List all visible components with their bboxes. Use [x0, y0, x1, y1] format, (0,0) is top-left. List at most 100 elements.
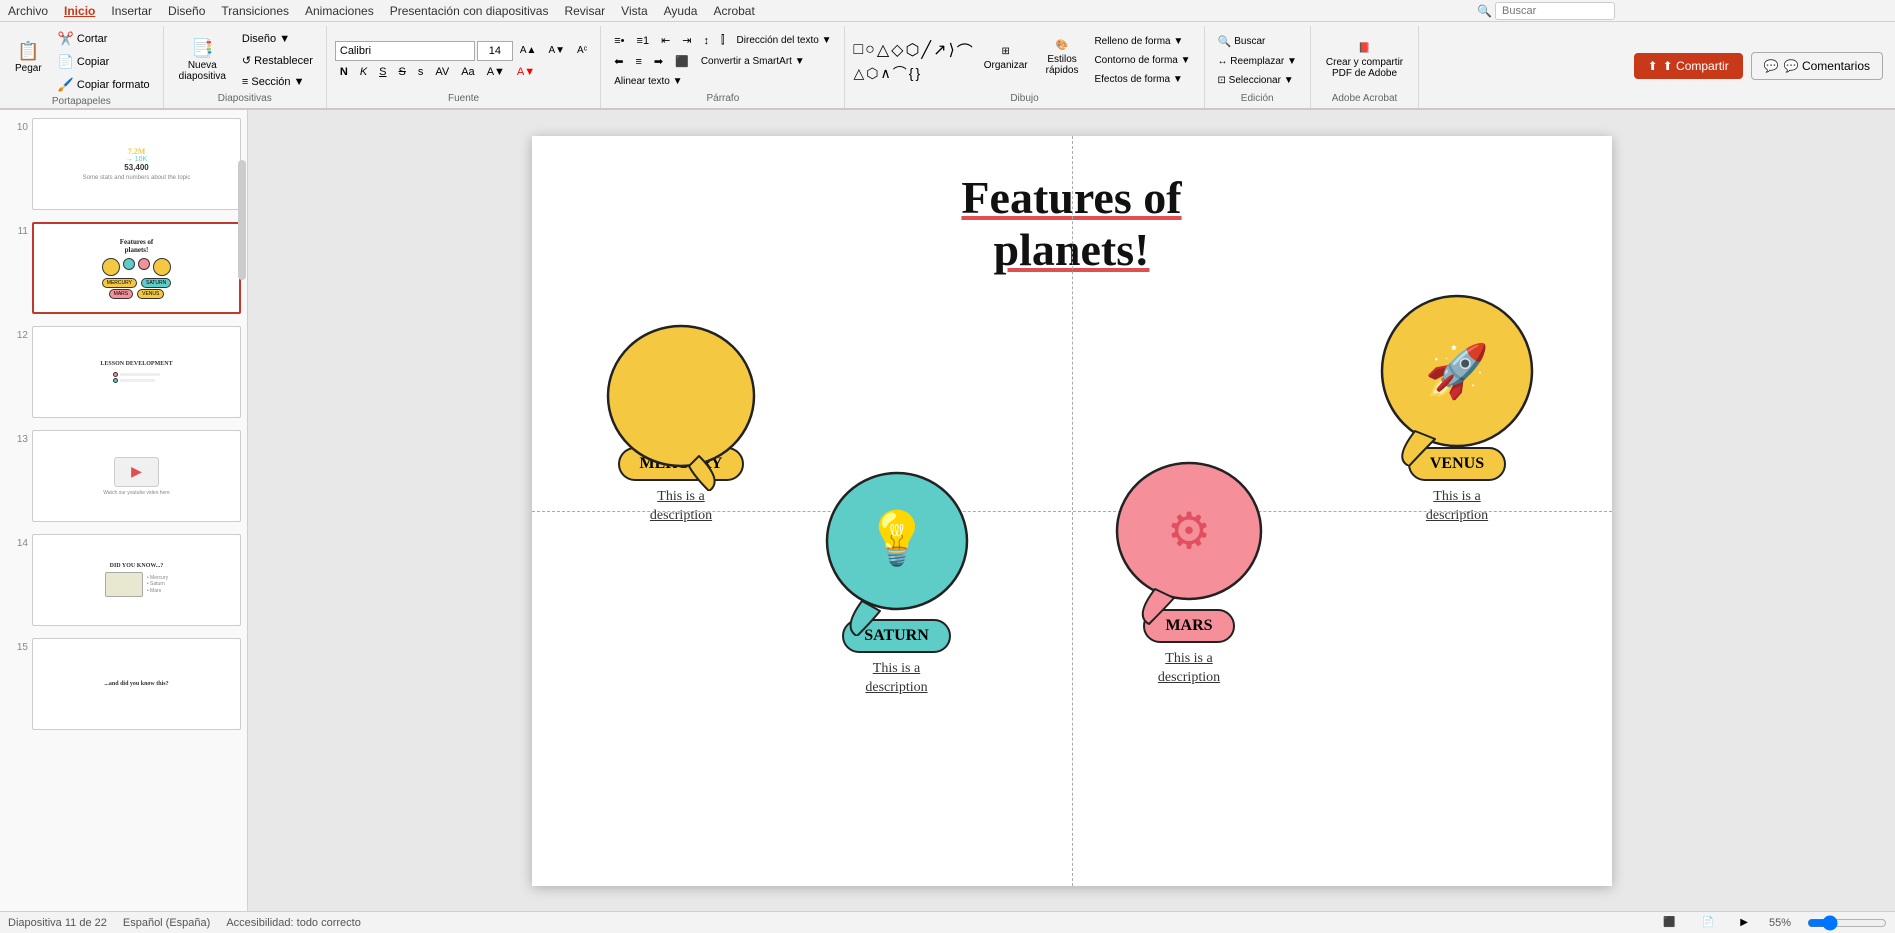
menu-archivo[interactable]: Archivo	[8, 4, 48, 18]
slide-num-12: 12	[6, 330, 28, 341]
indent-increase-button[interactable]: ⇥	[677, 31, 696, 50]
paste-button[interactable]: 📋 Pegar	[8, 28, 49, 88]
indent-decrease-button[interactable]: ⇤	[656, 31, 675, 50]
font-shrink-button[interactable]: A▼	[543, 42, 570, 59]
slide-thumb-img-13[interactable]: ▶ Watch our youtube video here	[32, 430, 241, 522]
case-button[interactable]: Aa	[456, 63, 479, 81]
list-number-button[interactable]: ≡1	[632, 32, 655, 50]
slide-thumb-12[interactable]: 12 LESSON DEVELOPMENT	[4, 324, 243, 420]
copy-format-button[interactable]: 🖌️ Copiar formato	[53, 74, 155, 96]
slide-thumb-img-10[interactable]: 7.2M → 10K 53,400 Some stats and numbers…	[32, 118, 241, 210]
italic-button[interactable]: K	[355, 63, 372, 81]
mars-bubble-container: ⚙	[1112, 456, 1267, 631]
venus-item[interactable]: 🚀 VENUS This is adescription	[1375, 291, 1540, 526]
slide-thumb-13[interactable]: 13 ▶ Watch our youtube video here	[4, 428, 243, 524]
highlight-button[interactable]: A▼	[482, 63, 510, 81]
comments-button[interactable]: 💬 💬 Comentarios	[1751, 52, 1883, 80]
adobe-pdf-button[interactable]: 📕 Crear y compartirPDF de Adobe	[1319, 31, 1410, 91]
align-right-button[interactable]: ➡	[649, 52, 668, 71]
font-clear-button[interactable]: Aᶜ	[572, 42, 592, 59]
effects-button[interactable]: Efectos de forma ▼	[1089, 71, 1195, 88]
find-button[interactable]: 🔍 Buscar	[1213, 32, 1302, 51]
cut-button[interactable]: ✂️ Cortar	[53, 28, 155, 50]
slide-thumb-11[interactable]: 11 Features ofplanets! MERCURY SATURN	[4, 220, 243, 316]
underline-button[interactable]: S	[374, 63, 391, 81]
spacing-button[interactable]: AV	[430, 63, 454, 81]
section-button[interactable]: ≡ Sección ▼	[237, 73, 318, 91]
select-button[interactable]: ⊡ Seleccionar ▼	[1213, 72, 1302, 89]
slide-thumb-10[interactable]: 10 7.2M → 10K 53,400 Some stats and numb…	[4, 116, 243, 212]
share-button[interactable]: ⬆ ⬆ Compartir	[1634, 53, 1743, 79]
adobe-icon: 📕	[1358, 43, 1370, 54]
quick-styles-button[interactable]: 🎨 Estilosrápidos	[1039, 28, 1086, 88]
saturn-bubble-svg: 💡	[822, 466, 972, 636]
replace-button[interactable]: ↔ Reemplazar ▼	[1213, 53, 1302, 70]
design-button[interactable]: Diseño ▼	[237, 30, 318, 48]
align-center-button[interactable]: ≡	[630, 53, 646, 71]
top-right-actions: ⬆ ⬆ Compartir 💬 💬 Comentarios	[1622, 22, 1895, 110]
share-icon: ⬆	[1648, 59, 1658, 73]
slide-thumb-img-14[interactable]: DID YOU KNOW...? • Mercury• Saturn• Mars	[32, 534, 241, 626]
outline-button[interactable]: Contorno de forma ▼	[1089, 52, 1195, 69]
menu-diseno[interactable]: Diseño	[168, 4, 205, 18]
copy-icon: 📄	[58, 54, 74, 70]
font-name-input[interactable]	[335, 41, 475, 61]
saturn-bubble-container: 💡	[822, 466, 972, 641]
menu-animaciones[interactable]: Animaciones	[305, 4, 374, 18]
ribbon-group-parrafo: ≡• ≡1 ⇤ ⇥ ↕ ⫿ Dirección del texto ▼ ⬅ ≡ …	[601, 26, 845, 108]
organize-button[interactable]: ⊞ Organizar	[977, 28, 1035, 88]
view-presentation-button[interactable]: ▶	[1735, 914, 1753, 931]
search-input[interactable]	[1495, 2, 1615, 20]
menu-bar: Archivo Inicio Insertar Diseño Transicio…	[0, 0, 1895, 22]
svg-text:💡: 💡	[864, 508, 929, 568]
copy-button[interactable]: 📄 Copiar	[53, 51, 155, 73]
text-direction-button[interactable]: Dirección del texto ▼	[732, 32, 837, 49]
menu-presentacion[interactable]: Presentación con diapositivas	[390, 4, 549, 18]
columns-button[interactable]: ⫿	[716, 31, 730, 50]
fill-button[interactable]: Relleno de forma ▼	[1089, 33, 1195, 50]
align-text-button[interactable]: Alinear texto ▼	[609, 73, 687, 90]
mercury-item[interactable]: MERCURY This is adescription	[604, 316, 759, 526]
slide-thumb-img-15[interactable]: ...and did you know this?	[32, 638, 241, 730]
mars-item[interactable]: ⚙ MARS This is adescription	[1112, 456, 1267, 688]
slide-thumb-14[interactable]: 14 DID YOU KNOW...? • Mercury• Saturn• M…	[4, 532, 243, 628]
ribbon-group-adobe: 📕 Crear y compartirPDF de Adobe Adobe Ac…	[1311, 26, 1419, 108]
slide-thumb-img-11[interactable]: Features ofplanets! MERCURY SATURN MARS …	[32, 222, 241, 314]
slide-thumb-img-12[interactable]: LESSON DEVELOPMENT	[32, 326, 241, 418]
color-button[interactable]: A▼	[512, 63, 540, 81]
bold-button[interactable]: N	[335, 63, 353, 81]
view-reading-button[interactable]: 📄	[1697, 914, 1719, 931]
new-slide-button[interactable]: 📑 Nuevadiapositiva	[172, 31, 233, 91]
scrollbar-thumb[interactable]	[238, 160, 246, 280]
saturn-item[interactable]: 💡 SATURN This is adescription	[822, 466, 972, 698]
font-grow-button[interactable]: A▲	[515, 42, 542, 59]
list-bullet-button[interactable]: ≡•	[609, 32, 629, 50]
zoom-slider[interactable]	[1807, 915, 1887, 931]
search-icon: 🔍	[1477, 4, 1492, 18]
line-spacing-button[interactable]: ↕	[699, 32, 715, 50]
menu-vista[interactable]: Vista	[621, 4, 647, 18]
shadow-button[interactable]: s	[413, 63, 429, 81]
menu-ayuda[interactable]: Ayuda	[664, 4, 698, 18]
slide-num-14: 14	[6, 538, 28, 549]
quick-styles-icon: 🎨	[1056, 40, 1068, 51]
slide-canvas[interactable]: Features of planets! MERCURY This is ade…	[532, 136, 1612, 886]
menu-inicio[interactable]: Inicio	[64, 4, 95, 18]
slide-panel[interactable]: 10 7.2M → 10K 53,400 Some stats and numb…	[0, 110, 248, 911]
strikethrough-button[interactable]: S	[394, 63, 411, 81]
view-normal-button[interactable]: ⬛	[1658, 914, 1680, 931]
menu-acrobat[interactable]: Acrobat	[713, 4, 754, 18]
reset-button[interactable]: ↺ Restablecer	[237, 51, 318, 70]
justify-button[interactable]: ⬛	[670, 52, 694, 71]
menu-insertar[interactable]: Insertar	[111, 4, 152, 18]
slide-thumb-15[interactable]: 15 ...and did you know this?	[4, 636, 243, 732]
slide-info: Diapositiva 11 de 22	[8, 917, 107, 929]
align-left-button[interactable]: ⬅	[609, 52, 628, 71]
smartart-button[interactable]: Convertir a SmartArt ▼	[696, 53, 810, 70]
menu-revisar[interactable]: Revisar	[564, 4, 605, 18]
ribbon: 📋 Pegar ✂️ Cortar 📄 Copiar 🖌️ Copiar for…	[0, 22, 1895, 110]
menu-transiciones[interactable]: Transiciones	[221, 4, 289, 18]
search-box-top: 🔍	[1477, 0, 1615, 22]
section-label: ≡ Sección ▼	[242, 76, 305, 88]
font-size-input[interactable]	[477, 41, 513, 61]
